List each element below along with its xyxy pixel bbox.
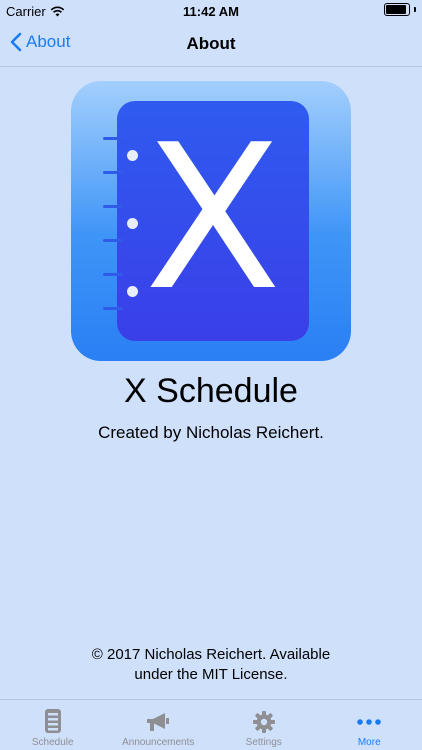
list-icon <box>44 709 61 733</box>
app-icon: X <box>71 81 351 361</box>
battery-area <box>384 3 416 16</box>
spiral-hole <box>127 218 138 229</box>
spiral-ring <box>103 137 123 140</box>
status-bar: Carrier 11:42 AM <box>0 0 422 22</box>
status-time: 11:42 AM <box>183 4 239 19</box>
tab-settings[interactable]: Settings <box>211 700 317 750</box>
page-title: About <box>186 34 236 53</box>
spiral-hole <box>127 150 138 161</box>
gear-icon <box>252 711 275 733</box>
tab-label: Schedule <box>31 737 74 748</box>
more-icon <box>357 719 382 725</box>
navigation-bar: About About <box>0 22 422 67</box>
tab-schedule[interactable]: Schedule <box>0 700 106 750</box>
megaphone-icon <box>147 713 170 731</box>
tab-bar: Schedule Announcements Settings More <box>0 699 422 750</box>
license-line-1: © 2017 Nicholas Reichert. Available <box>91 646 331 663</box>
credit-text: Created by Nicholas Reichert. <box>98 423 324 442</box>
tab-announcements[interactable]: Announcements <box>106 700 212 750</box>
app-name: X Schedule <box>124 372 298 410</box>
spiral-ring <box>103 171 123 174</box>
app-icon-letter: X <box>144 102 282 335</box>
license-text: © 2017 Nicholas Reichert. Available unde… <box>60 645 362 685</box>
spiral-ring <box>103 273 123 276</box>
spiral-ring <box>103 205 123 208</box>
notebook-icon: X <box>117 101 309 341</box>
tab-label: Settings <box>245 737 282 748</box>
battery-icon <box>384 3 410 16</box>
tab-more[interactable]: More <box>317 700 422 750</box>
spiral-hole <box>127 286 138 297</box>
battery-fill <box>386 5 406 14</box>
battery-cap <box>414 7 416 12</box>
tab-label: Announcements <box>122 737 195 748</box>
spiral-ring <box>103 307 123 310</box>
spiral-ring <box>103 239 123 242</box>
license-line-2: under the MIT License. <box>134 666 288 683</box>
tab-label: More <box>357 737 381 748</box>
